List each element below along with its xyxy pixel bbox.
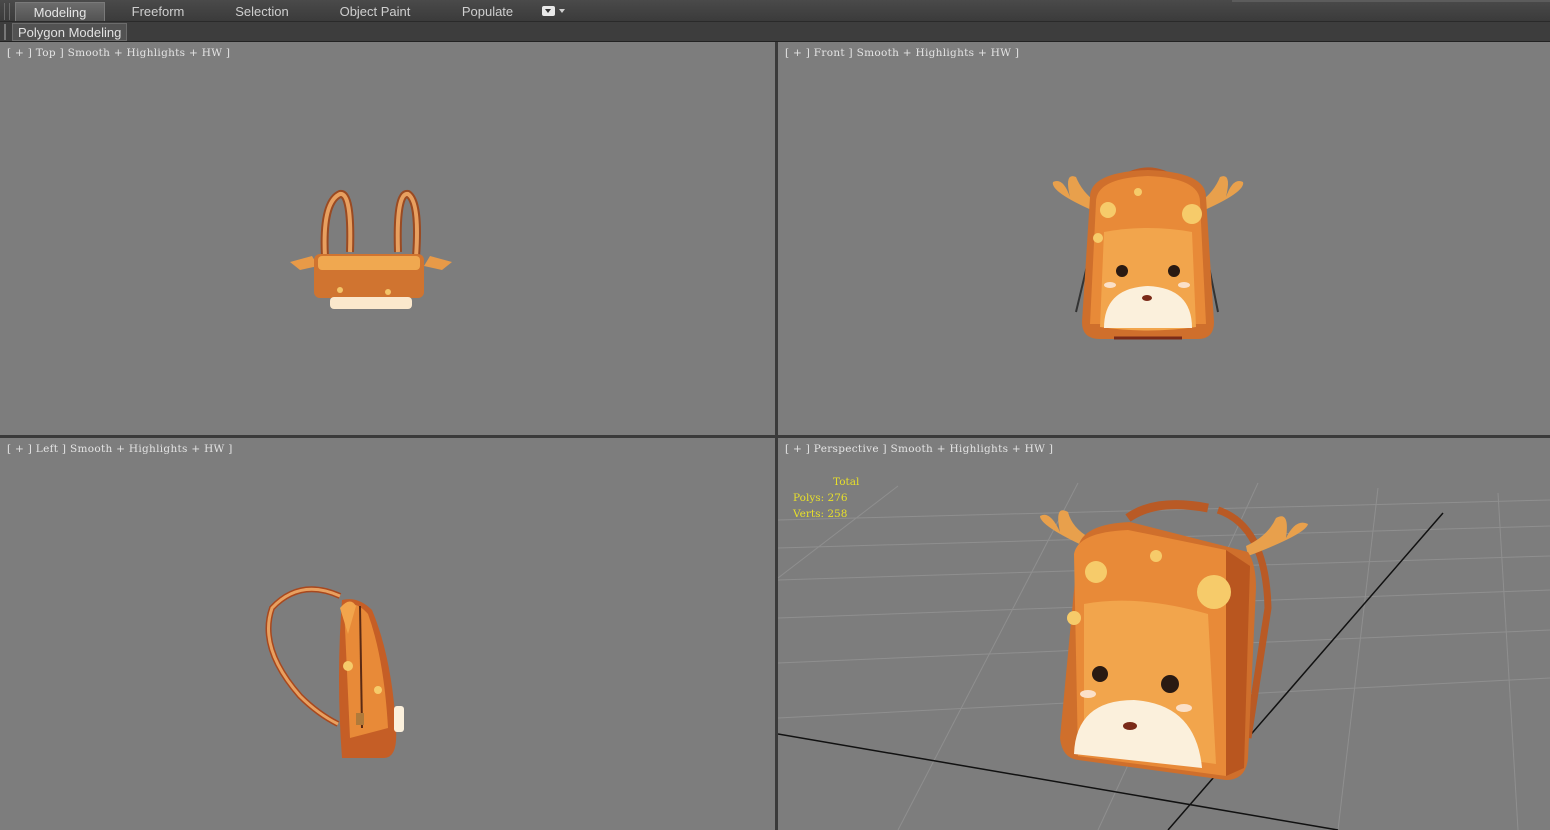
- viewport-front[interactable]: [ + ] Front ] Smooth + Highlights + HW ]: [778, 42, 1550, 435]
- tab-freeform[interactable]: Freeform: [118, 2, 198, 21]
- ribbon-options-dropdown[interactable]: [542, 6, 568, 18]
- tab-object-paint[interactable]: Object Paint: [330, 2, 420, 21]
- viewport-top[interactable]: [ + ] Top ] Smooth + Highlights + HW ]: [0, 42, 775, 435]
- ribbon-top-divider: [1232, 0, 1550, 2]
- polygon-modeling-panel-button[interactable]: Polygon Modeling: [12, 23, 128, 41]
- backpack-front-view: [1052, 167, 1244, 340]
- chevron-down-icon: [559, 9, 565, 13]
- backpack-top-view: [290, 190, 452, 309]
- viewport-perspective[interactable]: [ + ] Perspective ] Smooth + Highlights …: [778, 438, 1550, 830]
- backpack-left-view: [265, 586, 404, 758]
- tab-modeling[interactable]: Modeling: [15, 2, 105, 21]
- viewport-left[interactable]: [ + ] Left ] Smooth + Highlights + HW ]: [0, 438, 775, 830]
- panel-grip: [4, 24, 6, 40]
- perspective-scene: [778, 482, 1550, 830]
- ribbon-tab-bar: Modeling Freeform Selection Object Paint…: [0, 0, 1550, 22]
- minimize-ribbon-icon: [542, 6, 555, 16]
- tab-selection[interactable]: Selection: [222, 2, 302, 21]
- viewport-divider-horizontal[interactable]: [0, 435, 1550, 438]
- tab-populate[interactable]: Populate: [450, 2, 525, 21]
- ribbon-grip-handle[interactable]: [4, 3, 10, 20]
- ribbon-panel-row: Polygon Modeling: [0, 22, 1550, 42]
